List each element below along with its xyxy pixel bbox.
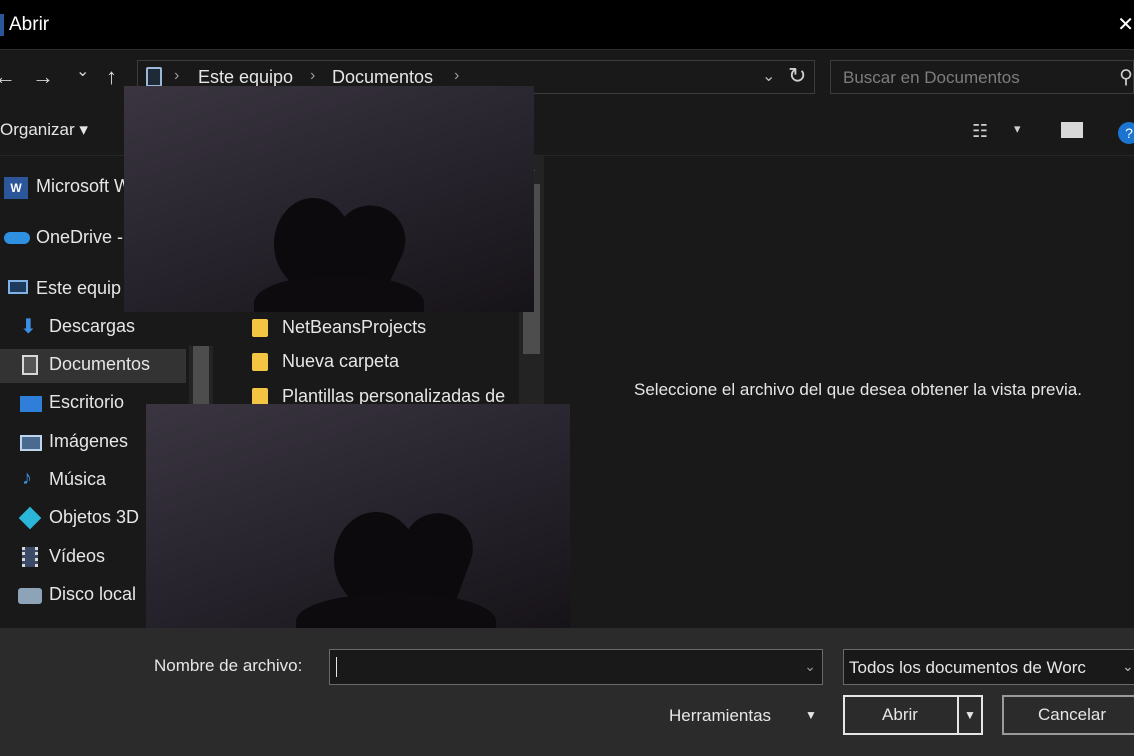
open-button-label: Abrir [882, 705, 918, 724]
open-split-dropdown-icon[interactable]: ▼ [957, 697, 981, 733]
search-placeholder[interactable]: Buscar en Documentos [843, 68, 1020, 88]
file-type-filter-label: Todos los documentos de Worc [849, 658, 1086, 677]
folder-icon [252, 353, 268, 371]
sidebar-item-label: Disco local [49, 584, 137, 604]
sidebar-item-label: Vídeos [49, 546, 106, 566]
list-item[interactable]: NetBeansProjects [252, 313, 522, 343]
objects3d-icon [18, 506, 42, 530]
preview-message: Seleccione el archivo del que desea obte… [634, 380, 1082, 399]
breadcrumb-separator: › [174, 67, 180, 84]
filename-input[interactable]: ⌄ [329, 649, 823, 685]
search-icon[interactable]: ⚲ [1119, 66, 1133, 89]
preview-pane-icon[interactable] [1061, 122, 1083, 138]
title-bar: Abrir ✕ [0, 0, 1134, 50]
filename-label: Nombre de archivo: [154, 656, 303, 675]
sidebar-item-descargas[interactable]: ⬇ Descargas [0, 311, 189, 345]
breadcrumb-separator: › [454, 67, 460, 84]
person-body-silhouette [296, 594, 496, 630]
text-caret [336, 657, 337, 677]
word-icon: W [4, 177, 28, 199]
music-icon: ♪ [22, 467, 32, 489]
chevron-down-icon[interactable]: ⌄ [804, 658, 816, 675]
breadcrumb-documentos[interactable]: Documentos [332, 67, 433, 88]
cancel-button-label: Cancelar [1037, 705, 1107, 724]
preview-pane: Seleccione el archivo del que desea obte… [544, 156, 1134, 628]
tools-menu-button[interactable]: Herramientas [669, 706, 771, 726]
forward-button[interactable]: → [32, 64, 54, 90]
sidebar-item-label: Este equip [36, 278, 122, 298]
chevron-down-icon[interactable]: ⌄ [1122, 658, 1134, 675]
organize-menu-button[interactable]: Organizar ▾ [0, 120, 88, 140]
computer-icon [146, 67, 162, 87]
videos-icon [22, 547, 38, 567]
folder-icon [252, 319, 268, 337]
close-icon[interactable]: ✕ [1117, 12, 1134, 37]
window-title: Abrir [9, 14, 50, 35]
app-icon [0, 14, 4, 36]
view-dropdown-button[interactable]: ▾ [1014, 121, 1021, 137]
tools-dropdown-icon[interactable]: ▼ [805, 708, 817, 722]
recent-locations-button[interactable]: ⌄ [76, 61, 89, 81]
list-item[interactable]: Nueva carpeta [252, 347, 522, 377]
download-icon: ⬇ [20, 316, 37, 338]
webcam-photo-overlay [146, 404, 570, 630]
help-icon[interactable]: ? [1118, 122, 1134, 144]
pictures-icon [20, 435, 42, 451]
file-name: Nueva carpeta [282, 351, 400, 371]
back-button[interactable]: ← [0, 64, 16, 90]
documents-icon [22, 355, 38, 375]
open-button[interactable]: Abrir ▼ [843, 695, 983, 735]
refresh-icon[interactable]: ↻ [788, 63, 806, 89]
webcam-photo-overlay [124, 86, 534, 312]
local-disk-icon [18, 588, 42, 604]
onedrive-icon [4, 232, 30, 244]
file-name: NetBeansProjects [282, 317, 427, 337]
breadcrumb-este-equipo[interactable]: Este equipo [198, 67, 293, 88]
sidebar-item-label: Objetos 3D [49, 507, 140, 527]
sidebar-item-label: Descargas [49, 316, 136, 336]
sidebar-item-label: OneDrive - [36, 227, 124, 247]
breadcrumb-separator: › [310, 67, 316, 84]
sidebar-item-label: Imágenes [49, 431, 129, 451]
sidebar-item-label: Música [49, 469, 107, 489]
sidebar-item-label: Documentos [49, 354, 151, 374]
cancel-button[interactable]: Cancelar [1002, 695, 1134, 735]
file-type-filter[interactable]: Todos los documentos de Worc ⌄ [843, 649, 1134, 685]
desktop-icon [20, 396, 42, 412]
address-dropdown-button[interactable]: ⌄ [762, 66, 775, 86]
view-options-icon[interactable]: ☷ [972, 121, 988, 142]
dialog-footer: Nombre de archivo: ⌄ Todos los documento… [0, 628, 1134, 756]
sidebar-item-documentos[interactable]: Documentos [0, 349, 186, 383]
computer-icon [8, 280, 28, 294]
sidebar-item-label: Escritorio [49, 392, 125, 412]
sidebar-item-label: Microsoft W [36, 176, 132, 196]
up-button[interactable]: ↑ [106, 64, 117, 90]
person-body-silhouette [254, 276, 424, 312]
search-box[interactable]: Buscar en Documentos ⚲ [830, 60, 1134, 94]
